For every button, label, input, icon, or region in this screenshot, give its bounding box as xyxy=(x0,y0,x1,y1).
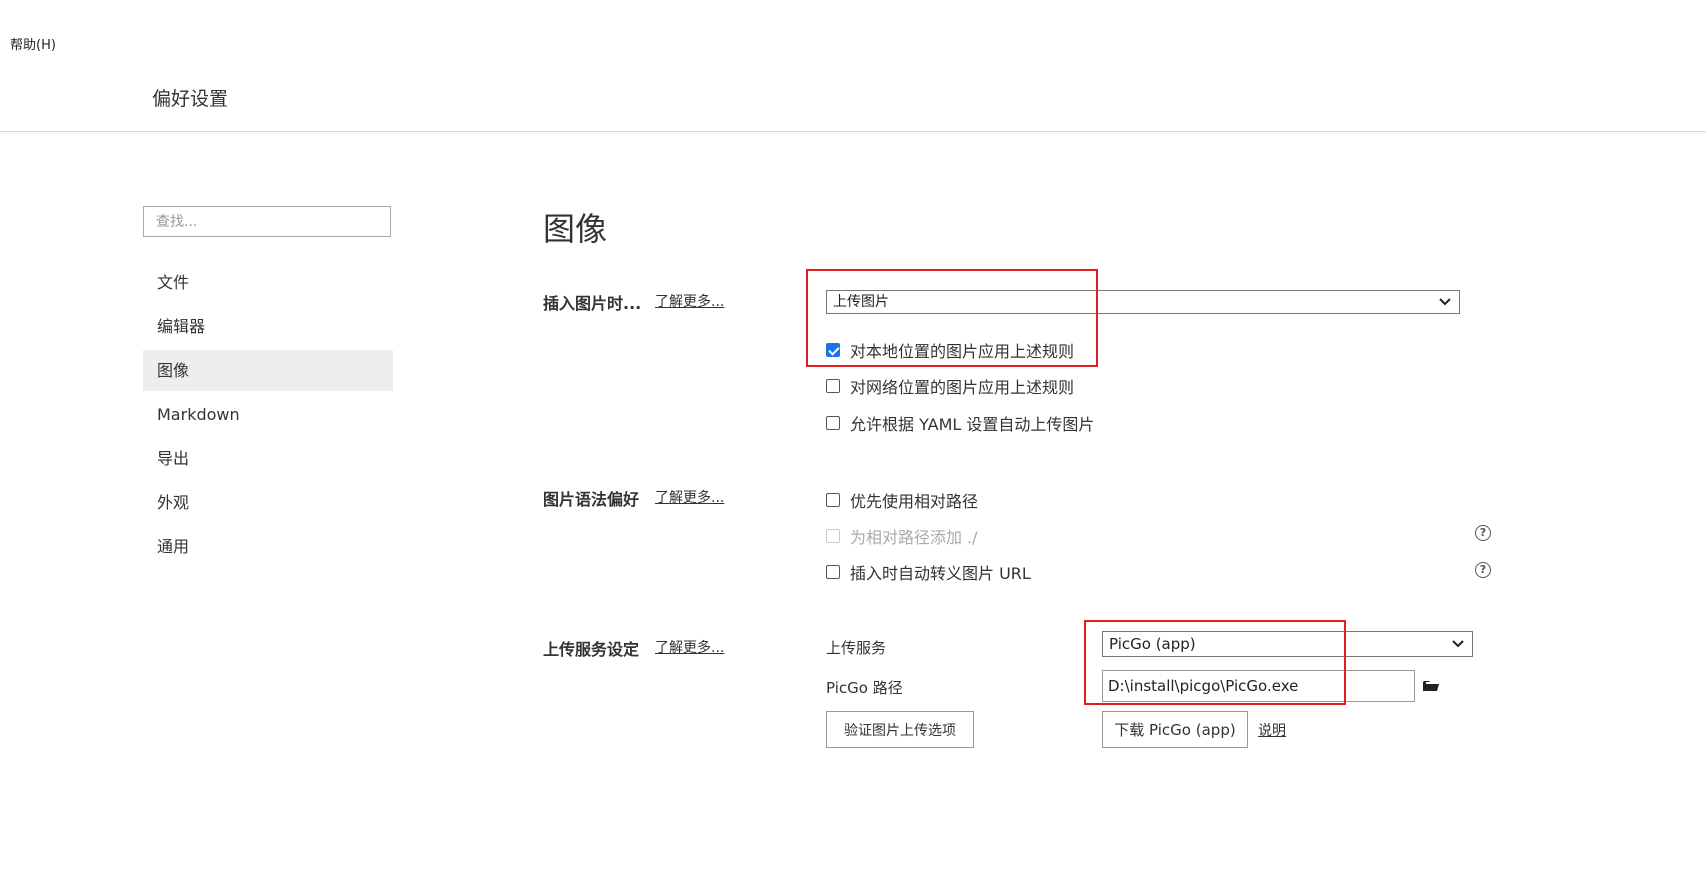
insert-option-network[interactable]: 对网络位置的图片应用上述规则 xyxy=(826,374,1074,398)
syntax-option-escape-url[interactable]: 插入时自动转义图片 URL xyxy=(826,560,1031,584)
window-title: 偏好设置 xyxy=(152,88,229,110)
insert-section-label: 插入图片时... xyxy=(543,294,642,313)
checkbox-local[interactable] xyxy=(826,343,840,357)
sidebar-item-markdown[interactable]: Markdown xyxy=(143,394,393,435)
sidebar-item-image[interactable]: 图像 xyxy=(143,350,393,391)
upload-learn-more-link[interactable]: 了解更多... xyxy=(655,637,724,657)
syntax-option-dot-slash: 为相对路径添加 ./ xyxy=(826,524,978,548)
search-input[interactable] xyxy=(143,206,391,237)
insert-option-yaml[interactable]: 允许根据 YAML 设置自动上传图片 xyxy=(826,411,1094,435)
download-picgo-button[interactable]: 下载 PicGo (app) xyxy=(1102,711,1248,748)
picgo-path-input[interactable]: D:\install\picgo\PicGo.exe xyxy=(1102,670,1415,702)
verify-upload-button[interactable]: 验证图片上传选项 xyxy=(826,711,974,748)
upload-service-select[interactable]: PicGo (app) xyxy=(1102,631,1473,657)
sidebar-nav: 文件 编辑器 图像 Markdown 导出 外观 通用 xyxy=(143,262,393,570)
help-icon[interactable]: ? xyxy=(1475,525,1491,541)
help-icon[interactable]: ? xyxy=(1475,562,1491,578)
syntax-option-escape-url-label: 插入时自动转义图片 URL xyxy=(850,564,1031,583)
insert-option-local-label: 对本地位置的图片应用上述规则 xyxy=(850,342,1075,361)
picgo-path-label: PicGo 路径 xyxy=(826,679,903,697)
insert-option-network-label: 对网络位置的图片应用上述规则 xyxy=(850,378,1075,397)
sidebar-item-appearance[interactable]: 外观 xyxy=(143,482,393,523)
checkbox-yaml[interactable] xyxy=(826,416,840,430)
syntax-section-label: 图片语法偏好 xyxy=(543,490,640,509)
syntax-option-relative-label: 优先使用相对路径 xyxy=(850,492,979,511)
chevron-down-icon xyxy=(1439,298,1451,306)
checkbox-network[interactable] xyxy=(826,379,840,393)
sidebar-item-general[interactable]: 通用 xyxy=(143,526,393,567)
insert-option-yaml-label: 允许根据 YAML 设置自动上传图片 xyxy=(850,415,1095,434)
sidebar-item-export[interactable]: 导出 xyxy=(143,438,393,479)
upload-section-label: 上传服务设定 xyxy=(543,640,640,659)
folder-icon[interactable] xyxy=(1423,680,1439,692)
page-title: 图像 xyxy=(543,210,608,248)
checkbox-dot-slash xyxy=(826,529,840,543)
sidebar-item-editor[interactable]: 编辑器 xyxy=(143,306,393,347)
insert-option-local[interactable]: 对本地位置的图片应用上述规则 xyxy=(826,338,1074,362)
insert-action-select[interactable]: 上传图片 xyxy=(826,290,1460,314)
syntax-option-relative[interactable]: 优先使用相对路径 xyxy=(826,488,978,512)
checkbox-relative[interactable] xyxy=(826,493,840,507)
upload-service-value: PicGo (app) xyxy=(1109,635,1196,653)
syntax-option-dot-slash-label: 为相对路径添加 ./ xyxy=(850,528,978,547)
syntax-learn-more-link[interactable]: 了解更多... xyxy=(655,487,724,507)
insert-action-value: 上传图片 xyxy=(833,294,889,310)
title-bar: 偏好设置 xyxy=(0,0,1706,132)
explain-link[interactable]: 说明 xyxy=(1258,720,1286,740)
sidebar-item-file[interactable]: 文件 xyxy=(143,262,393,303)
checkbox-escape-url[interactable] xyxy=(826,565,840,579)
upload-service-label: 上传服务 xyxy=(826,639,887,657)
insert-learn-more-link[interactable]: 了解更多... xyxy=(655,291,724,311)
chevron-down-icon xyxy=(1452,640,1464,648)
